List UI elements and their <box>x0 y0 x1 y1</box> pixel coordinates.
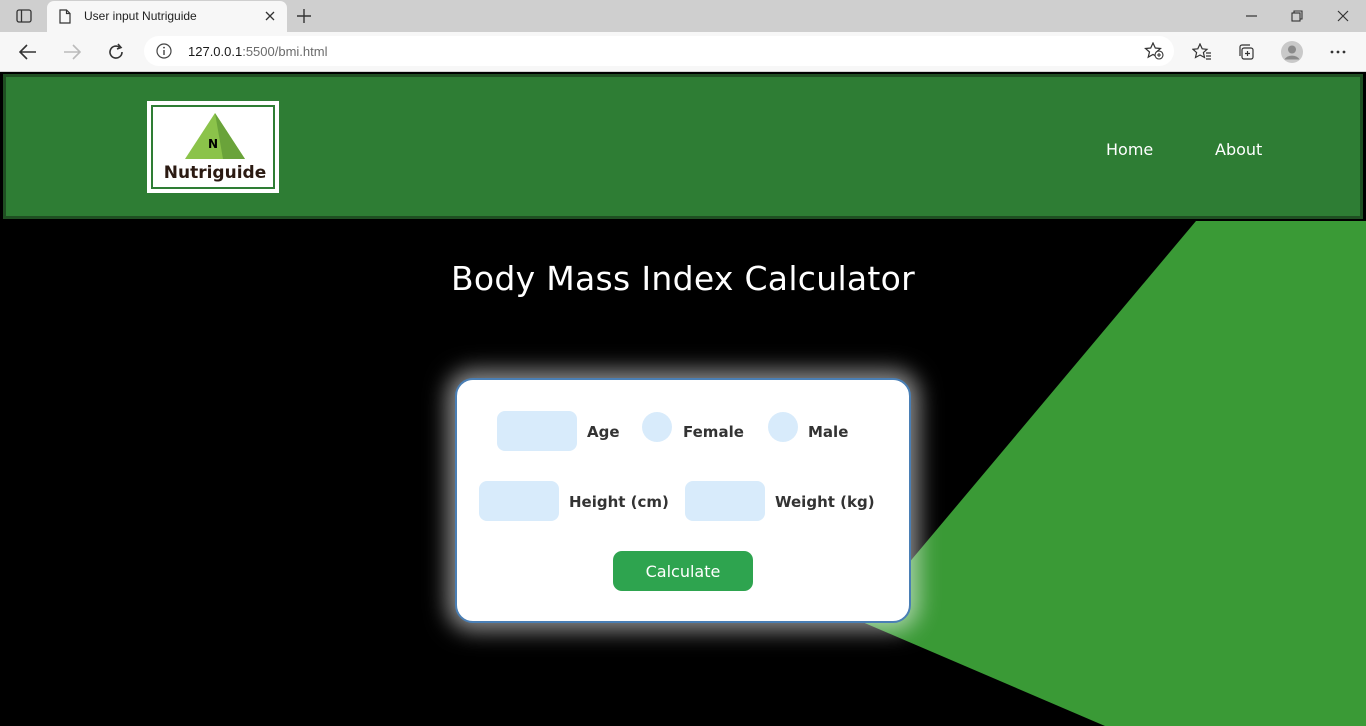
logo-triangle-icon <box>185 113 245 159</box>
profile-avatar-icon[interactable] <box>1279 39 1305 65</box>
url-text[interactable]: 127.0.0.1:5500/bmi.html <box>188 44 327 59</box>
bmi-form-card: Age Female Male Height (cm) Weight (kg) … <box>455 378 911 623</box>
logo-frame: N Nutriguide <box>151 105 275 189</box>
more-menu-icon[interactable] <box>1325 39 1351 65</box>
close-window-icon[interactable] <box>1320 4 1366 28</box>
page-icon <box>59 9 71 28</box>
address-bar[interactable]: 127.0.0.1:5500/bmi.html <box>144 36 1174 66</box>
browser-toolbar: 127.0.0.1:5500/bmi.html <box>0 32 1366 72</box>
nutriguide-logo[interactable]: N Nutriguide <box>147 101 279 193</box>
nav-link-home[interactable]: Home <box>1106 140 1153 159</box>
minimize-icon[interactable] <box>1228 4 1274 28</box>
site-info-icon[interactable] <box>156 43 172 63</box>
url-host: 127.0.0.1 <box>188 44 243 59</box>
page-title: Body Mass Index Calculator <box>450 259 916 298</box>
add-favorite-icon[interactable] <box>1144 41 1164 64</box>
new-tab-icon[interactable] <box>293 5 315 27</box>
tab-title: User input Nutriguide <box>84 9 197 23</box>
logo-text: Nutriguide <box>163 163 267 183</box>
page-viewport: N Nutriguide Home About Body Mass Index … <box>0 73 1366 726</box>
site-header: N Nutriguide Home About <box>3 74 1363 219</box>
close-tab-icon[interactable] <box>261 7 279 25</box>
favorites-icon[interactable] <box>1189 39 1215 65</box>
age-label: Age <box>587 423 620 441</box>
weight-input[interactable] <box>685 481 765 521</box>
collections-icon[interactable] <box>1233 39 1259 65</box>
restore-icon[interactable] <box>1274 4 1320 28</box>
logo-letter: N <box>208 137 219 151</box>
male-label: Male <box>808 423 849 441</box>
calculate-button[interactable]: Calculate <box>613 551 753 591</box>
browser-tab-strip: User input Nutriguide <box>0 0 1366 32</box>
tab-actions-icon[interactable] <box>12 6 36 26</box>
height-label: Height (cm) <box>569 493 669 511</box>
forward-arrow-icon[interactable] <box>59 39 85 65</box>
male-radio[interactable] <box>768 412 798 442</box>
browser-tab-active[interactable]: User input Nutriguide <box>47 1 287 32</box>
back-arrow-icon[interactable] <box>15 39 41 65</box>
nav-link-about[interactable]: About <box>1215 140 1262 159</box>
age-input[interactable] <box>497 411 577 451</box>
height-input[interactable] <box>479 481 559 521</box>
weight-label: Weight (kg) <box>775 493 875 511</box>
female-radio[interactable] <box>642 412 672 442</box>
refresh-icon[interactable] <box>103 39 129 65</box>
url-path: :5500/bmi.html <box>242 44 328 59</box>
female-label: Female <box>683 423 744 441</box>
